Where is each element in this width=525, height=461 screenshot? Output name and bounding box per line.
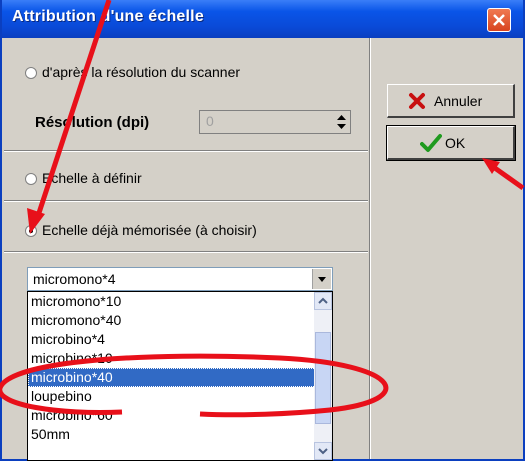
annotation-ellipse [0, 353, 389, 418]
annotation-arrow-right [482, 158, 525, 191]
annotation-overlay [0, 0, 525, 418]
annotation-arrow-top [27, 0, 112, 234]
